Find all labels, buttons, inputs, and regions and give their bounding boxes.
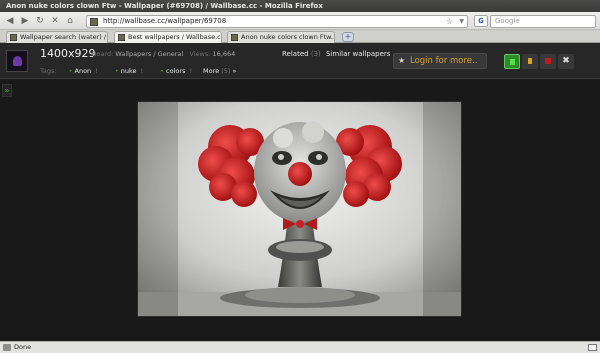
search-input[interactable]: Google bbox=[490, 15, 596, 28]
more-tags-link[interactable]: More (5) » bbox=[203, 67, 236, 75]
address-bar[interactable]: http://wallbase.cc/wallpaper/69708 ☆ ▼ bbox=[86, 15, 468, 28]
url-text: http://wallbase.cc/wallpaper/69708 bbox=[103, 17, 227, 25]
views-value: 16,664 bbox=[212, 50, 236, 58]
tab-label: Best wallpapers / Wallbase.cc bbox=[128, 33, 222, 41]
related-link[interactable]: Related (3) bbox=[282, 50, 321, 58]
login-button[interactable]: ★ Login for more.. bbox=[393, 53, 487, 69]
status-text: Done bbox=[14, 343, 32, 351]
status-page-icon bbox=[3, 344, 11, 351]
url-dropdown-icon[interactable]: ▼ bbox=[459, 16, 464, 27]
favorite-green-button[interactable] bbox=[504, 54, 520, 69]
clown-nuke-image bbox=[138, 102, 461, 316]
site-favicon-icon bbox=[90, 18, 98, 26]
home-icon[interactable]: ⌂ bbox=[64, 15, 76, 27]
report-red-button[interactable] bbox=[540, 54, 556, 69]
tag-item[interactable]: • Anon! bbox=[64, 67, 103, 75]
tags-label: Tags: bbox=[40, 67, 57, 75]
tag-item[interactable]: • nuke! bbox=[110, 67, 148, 75]
board-label: Board: bbox=[92, 50, 114, 58]
stop-icon[interactable]: ✕ bbox=[49, 15, 61, 27]
close-button[interactable]: ✖ bbox=[558, 54, 574, 69]
status-resize-icon bbox=[588, 344, 597, 351]
search-engine-icon[interactable]: G bbox=[474, 15, 488, 27]
tab-favicon-icon bbox=[118, 34, 125, 41]
wallpaper-image[interactable] bbox=[137, 101, 462, 317]
tag-list: Tags: • Anon! • nuke! • colors! More (5)… bbox=[40, 67, 237, 75]
star-icon: ★ bbox=[398, 56, 406, 65]
new-tab-button[interactable]: + bbox=[342, 32, 354, 42]
tab-wallpaper-search[interactable]: Wallpaper search (water) / ... bbox=[6, 31, 108, 43]
status-bar: Done bbox=[0, 341, 600, 353]
forward-arrow-icon[interactable]: ▶ bbox=[19, 15, 31, 27]
wallpaper-view: » bbox=[0, 80, 600, 341]
bookmark-star-icon[interactable]: ☆ bbox=[446, 16, 453, 27]
tab-label: Wallpaper search (water) / ... bbox=[20, 33, 108, 41]
login-label: Login for more.. bbox=[410, 56, 478, 66]
wallpaper-thumbnail[interactable] bbox=[6, 50, 28, 72]
similar-wallpapers-link[interactable]: Similar wallpapers bbox=[326, 50, 390, 58]
browser-window: Anon nuke colors clown Ftw - Wallpaper (… bbox=[0, 0, 600, 353]
tab-strip: Wallpaper search (water) / ... Best wall… bbox=[0, 30, 600, 43]
tab-label: Anon nuke colors clown Ftw... bbox=[241, 33, 335, 41]
navigation-toolbar: ◀ ▶ ↻ ✕ ⌂ http://wallbase.cc/wallpaper/6… bbox=[0, 12, 600, 30]
sidebar-toggle-button[interactable]: » bbox=[2, 84, 12, 97]
tab-favicon-icon bbox=[231, 34, 238, 41]
flag-icon[interactable] bbox=[522, 54, 538, 69]
tab-favicon-icon bbox=[10, 34, 17, 41]
tag-item[interactable]: • colors! bbox=[155, 67, 197, 75]
tab-anon-nuke[interactable]: Anon nuke colors clown Ftw... bbox=[227, 31, 335, 43]
wallpaper-header: 1400x929 Board: Wallpapers / General Vie… bbox=[0, 43, 600, 79]
back-arrow-icon[interactable]: ◀ bbox=[4, 15, 16, 27]
views-label: Views: bbox=[189, 50, 211, 58]
board-value[interactable]: Wallpapers / General bbox=[115, 50, 183, 58]
tab-best-wallpapers[interactable]: Best wallpapers / Wallbase.cc bbox=[114, 31, 222, 43]
wallpaper-meta: Board: Wallpapers / General Views: 16,66… bbox=[92, 50, 235, 58]
reload-icon[interactable]: ↻ bbox=[34, 15, 46, 27]
resolution-label: 1400x929 bbox=[40, 47, 96, 60]
window-title: Anon nuke colors clown Ftw - Wallpaper (… bbox=[0, 0, 600, 12]
